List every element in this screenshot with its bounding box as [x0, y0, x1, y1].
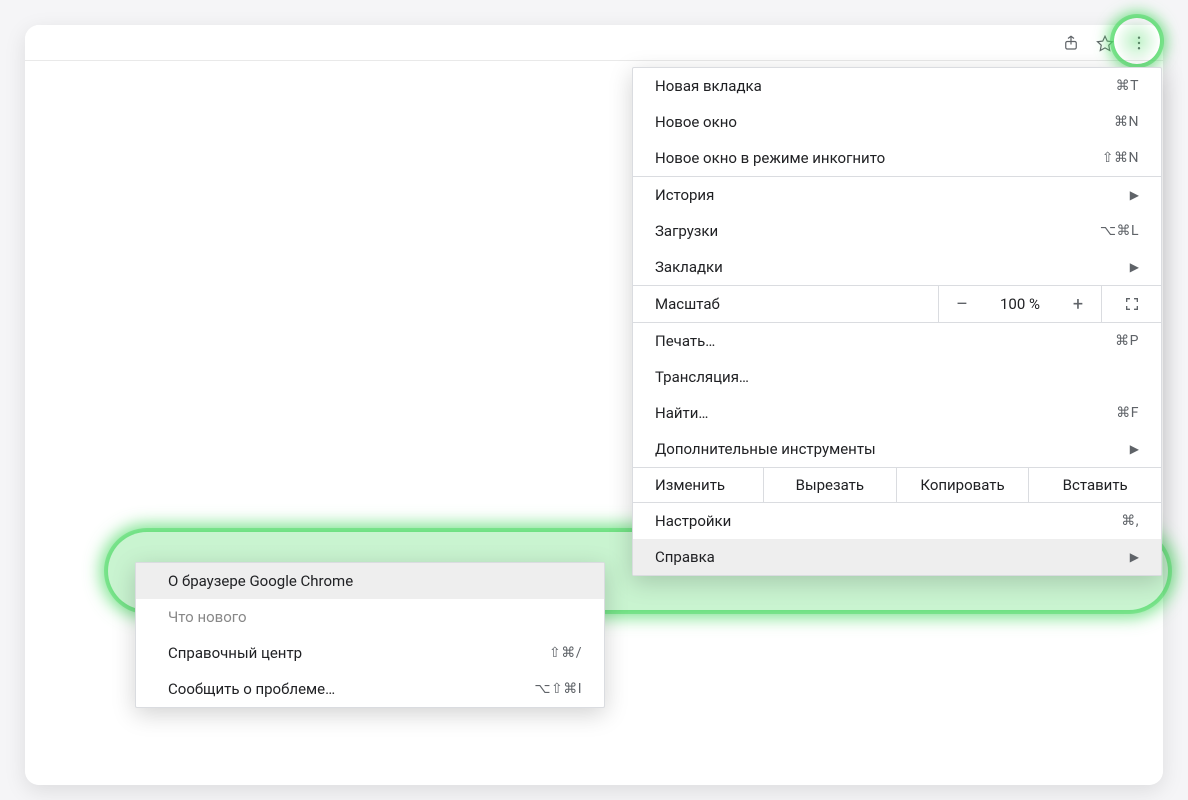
- chevron-right-icon: ▶: [1130, 188, 1139, 202]
- menu-item-print[interactable]: Печать… ⌘P: [633, 323, 1161, 359]
- menu-item-label: Новое окно: [655, 113, 737, 131]
- menu-item-label: История: [655, 186, 714, 204]
- zoom-in-button[interactable]: +: [1055, 286, 1101, 322]
- chevron-right-icon: ▶: [1130, 442, 1139, 456]
- menu-item-cast[interactable]: Трансляция…: [633, 359, 1161, 395]
- chevron-right-icon: ▶: [1130, 550, 1139, 564]
- menu-item-label: Закладки: [655, 258, 723, 276]
- menu-item-label: Печать…: [655, 332, 715, 350]
- menu-item-history[interactable]: История ▶: [633, 177, 1161, 213]
- bookmark-star-icon[interactable]: [1095, 33, 1115, 53]
- menu-item-label: О браузере Google Chrome: [168, 572, 353, 590]
- menu-item-shortcut: ⇧⌘/: [549, 645, 582, 661]
- menu-item-settings[interactable]: Настройки ⌘,: [633, 503, 1161, 539]
- menu-item-label: Трансляция…: [655, 368, 749, 386]
- menu-item-label: Сообщить о проблеме…: [168, 680, 335, 698]
- zoom-controls: – 100 % +: [938, 286, 1101, 322]
- help-submenu: О браузере Google Chrome Что нового Спра…: [135, 562, 605, 708]
- menu-item-shortcut: ⌘N: [1114, 114, 1139, 130]
- toolbar: [25, 25, 1163, 61]
- menu-item-shortcut: ⌥⌘L: [1100, 223, 1139, 239]
- menu-item-label: Новое окно в режиме инкогнито: [655, 149, 885, 167]
- menu-item-shortcut: ⌘F: [1116, 405, 1139, 421]
- menu-item-shortcut: ⌥⇧⌘I: [534, 681, 582, 697]
- menu-item-shortcut: ⌘T: [1116, 78, 1139, 94]
- help-item-help-center[interactable]: Справочный центр ⇧⌘/: [136, 635, 604, 671]
- more-menu-icon[interactable]: [1129, 33, 1149, 53]
- chevron-right-icon: ▶: [1130, 260, 1139, 274]
- menu-item-find[interactable]: Найти… ⌘F: [633, 395, 1161, 431]
- menu-item-label: Справка: [655, 548, 715, 566]
- share-icon[interactable]: [1061, 33, 1081, 53]
- menu-item-label: Что нового: [168, 608, 247, 626]
- menu-item-zoom: Масштаб – 100 % +: [633, 285, 1161, 323]
- menu-item-shortcut: ⌘,: [1121, 513, 1139, 529]
- edit-paste-button[interactable]: Вставить: [1028, 468, 1161, 502]
- menu-item-label: Справочный центр: [168, 644, 302, 662]
- menu-item-label: Загрузки: [655, 222, 718, 240]
- menu-item-label: Новая вкладка: [655, 77, 762, 95]
- help-item-whats-new[interactable]: Что нового: [136, 599, 604, 635]
- menu-item-label: Найти…: [655, 404, 708, 422]
- menu-item-incognito[interactable]: Новое окно в режиме инкогнито ⇧⌘N: [633, 140, 1161, 176]
- menu-item-new-window[interactable]: Новое окно ⌘N: [633, 104, 1161, 140]
- zoom-value: 100 %: [985, 295, 1055, 313]
- help-item-report-issue[interactable]: Сообщить о проблеме… ⌥⇧⌘I: [136, 671, 604, 707]
- menu-item-label: Дополнительные инструменты: [655, 440, 876, 458]
- zoom-label: Масштаб: [655, 295, 938, 313]
- menu-item-more-tools[interactable]: Дополнительные инструменты ▶: [633, 431, 1161, 467]
- menu-item-shortcut: ⌘P: [1115, 333, 1139, 349]
- menu-item-help[interactable]: Справка ▶: [633, 539, 1161, 575]
- menu-item-downloads[interactable]: Загрузки ⌥⌘L: [633, 213, 1161, 249]
- main-menu: Новая вкладка ⌘T Новое окно ⌘N Новое окн…: [632, 67, 1162, 576]
- fullscreen-button[interactable]: [1101, 286, 1161, 322]
- menu-item-edit: Изменить Вырезать Копировать Вставить: [633, 467, 1161, 503]
- zoom-out-button[interactable]: –: [939, 286, 985, 322]
- edit-copy-button[interactable]: Копировать: [896, 468, 1029, 502]
- menu-item-shortcut: ⇧⌘N: [1102, 150, 1139, 166]
- menu-item-bookmarks[interactable]: Закладки ▶: [633, 249, 1161, 285]
- help-item-about-chrome[interactable]: О браузере Google Chrome: [136, 563, 604, 599]
- edit-label: Изменить: [633, 468, 763, 502]
- menu-item-new-tab[interactable]: Новая вкладка ⌘T: [633, 68, 1161, 104]
- menu-item-label: Настройки: [655, 512, 731, 530]
- edit-cut-button[interactable]: Вырезать: [763, 468, 896, 502]
